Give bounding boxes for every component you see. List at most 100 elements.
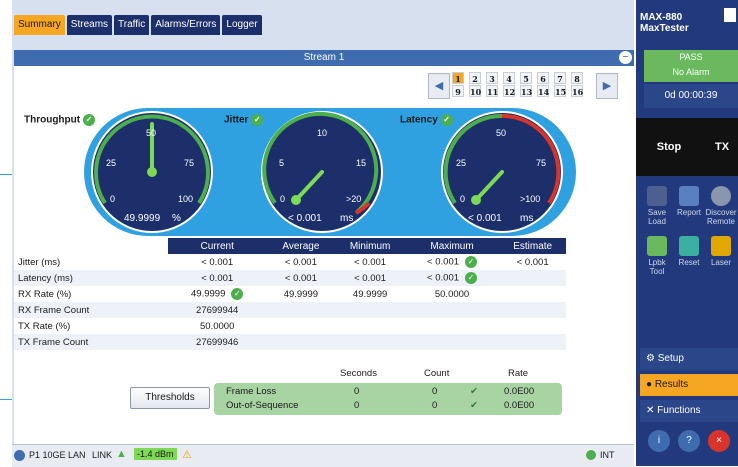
- pager-page-16[interactable]: 16: [571, 85, 583, 97]
- cell-current: 50.0000: [200, 320, 235, 332]
- cell-average: 49.9999: [283, 288, 319, 300]
- help-icon[interactable]: ?: [678, 430, 700, 452]
- laser-label: Laser: [710, 258, 731, 267]
- clock-label: INT: [600, 450, 615, 460]
- zoom-out-icon[interactable]: −: [619, 51, 632, 64]
- save-icon: [647, 186, 667, 206]
- cell-current: < 0.001: [168, 270, 267, 286]
- device-name: MAX-880 MaxTester: [640, 12, 689, 34]
- cell-maximum: < 0.001 ✓: [404, 270, 500, 286]
- menu-results[interactable]: ● Results: [640, 374, 738, 396]
- save-load-button[interactable]: Save Load: [640, 186, 674, 226]
- tab-streams[interactable]: Streams: [66, 15, 113, 35]
- cell-estimate: < 0.001: [516, 256, 549, 268]
- pager-page-13[interactable]: 13: [520, 85, 532, 97]
- warning-icon: ⚠: [182, 449, 192, 461]
- report-button[interactable]: Report: [672, 186, 706, 217]
- test-timer: 0d 00:00:39: [644, 84, 738, 108]
- latency-tick-min: 0: [460, 194, 465, 204]
- tab-logger[interactable]: Logger: [222, 15, 262, 35]
- menu-setup[interactable]: ⚙ Setup: [640, 348, 738, 370]
- cell-average: < 0.001: [266, 270, 336, 286]
- loss-row-frame-loss: Frame Loss 0 0 ✔ 0.0E00: [226, 386, 562, 400]
- loss-seconds: 0: [354, 386, 360, 397]
- discover-remote-button[interactable]: Discover Remote: [704, 186, 738, 226]
- loss-rate: 0.0E00: [504, 400, 535, 411]
- laser-button[interactable]: Laser: [704, 236, 738, 267]
- pager-page-2[interactable]: 2: [469, 72, 481, 84]
- pager-page-11[interactable]: 11: [486, 85, 498, 97]
- laser-icon: [711, 236, 731, 256]
- stop-button[interactable]: Stop: [636, 118, 702, 176]
- cell-maximum: < 0.001 ✓: [405, 254, 500, 270]
- throughput-value: 49.9999: [124, 213, 161, 224]
- table-row: RX Frame Count 27699944: [14, 302, 566, 318]
- results-label: Results: [654, 379, 689, 390]
- cell-maximum: [404, 302, 500, 318]
- reset-icon: [679, 236, 699, 256]
- pager-page-14[interactable]: 14: [537, 85, 549, 97]
- loss-row-out-of-sequence: Out-of-Sequence 0 0 ✔ 0.0E00: [226, 400, 562, 414]
- loss-label: Out-of-Sequence: [226, 400, 299, 411]
- tab-summary[interactable]: Summary: [14, 15, 65, 35]
- pager-prev-button[interactable]: ◀: [428, 73, 450, 99]
- col-current: Current: [168, 238, 267, 254]
- cell-label: RX Frame Count: [14, 302, 168, 318]
- tab-alarms-errors[interactable]: Alarms/Errors: [151, 15, 221, 35]
- check-icon: ✓: [465, 272, 478, 284]
- check-icon: ✓: [465, 256, 478, 268]
- pager-page-12[interactable]: 12: [503, 85, 515, 97]
- jitter-unit: ms: [340, 213, 353, 224]
- cell-average: [266, 318, 335, 334]
- cell-maximum: 50.0000: [434, 288, 470, 300]
- pager-page-5[interactable]: 5: [520, 72, 532, 84]
- latency-tick-max: >100: [520, 194, 540, 204]
- latency-value: < 0.001: [468, 213, 502, 224]
- table-row: Jitter (ms) < 0.001 < 0.001 < 0.001 < 0.001 ✓…: [14, 254, 566, 270]
- cell-minimum: [335, 334, 405, 350]
- jitter-tick-max: >20: [346, 194, 361, 204]
- reset-button[interactable]: Reset: [672, 236, 706, 267]
- table-header-row: Current Average Minimum Maximum Estimate: [14, 238, 566, 254]
- cell-minimum: < 0.001: [335, 270, 405, 286]
- pager-page-9[interactable]: 9: [452, 85, 464, 97]
- pager-page-10[interactable]: 10: [469, 85, 481, 97]
- cell-current: 27699944: [168, 302, 267, 318]
- pager-next-button[interactable]: ▶: [596, 73, 618, 99]
- info-icon[interactable]: i: [648, 430, 670, 452]
- close-icon[interactable]: ×: [708, 430, 730, 452]
- cell-label: TX Frame Count: [14, 334, 168, 350]
- window-icon[interactable]: [724, 8, 736, 22]
- functions-label: Functions: [657, 405, 701, 416]
- throughput-gauge: 50 25 75 0 100 49.9999 %: [91, 111, 213, 233]
- pager-page-7[interactable]: 7: [554, 72, 566, 84]
- pager-page-4[interactable]: 4: [503, 72, 515, 84]
- stream-title-bar: Stream 1: [14, 50, 634, 66]
- cell-maximum: [404, 334, 500, 350]
- cell-maximum: [405, 318, 500, 334]
- thresholds-button[interactable]: Thresholds: [130, 387, 210, 409]
- pager-page-8[interactable]: 8: [571, 72, 583, 84]
- port-label: P1 10GE LAN: [29, 450, 86, 460]
- pass-label: PASS: [679, 52, 703, 62]
- tx-button[interactable]: TX: [706, 118, 738, 176]
- cell-minimum: [335, 302, 405, 318]
- pager-page-1[interactable]: 1: [452, 72, 464, 84]
- tab-traffic[interactable]: Traffic: [114, 15, 150, 35]
- loopback-tool-button[interactable]: Lpbk Tool: [640, 236, 674, 276]
- cell-minimum: 49.9999: [352, 288, 388, 300]
- cell-current: 27699946: [168, 334, 267, 350]
- pager-page-6[interactable]: 6: [537, 72, 549, 84]
- loss-count: 0: [432, 400, 438, 411]
- cell-estimate: [499, 334, 566, 350]
- cell-estimate: [499, 318, 566, 334]
- menu-functions[interactable]: ✕ Functions: [640, 400, 738, 422]
- loss-label: Frame Loss: [226, 386, 277, 397]
- link-up-icon: ▲: [116, 448, 127, 460]
- loss-rate: 0.0E00: [504, 386, 535, 397]
- cell-current: < 0.001: [201, 256, 234, 268]
- throughput-tick-25: 25: [106, 158, 116, 168]
- pager-page-3[interactable]: 3: [486, 72, 498, 84]
- pager-page-15[interactable]: 15: [554, 85, 566, 97]
- jitter-value: < 0.001: [288, 213, 322, 224]
